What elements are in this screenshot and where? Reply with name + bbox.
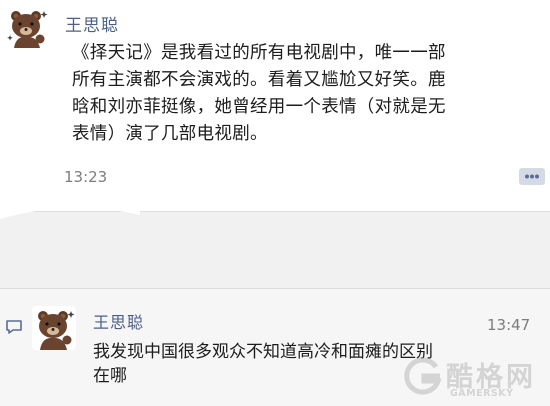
comment-author-name[interactable]: 王思聪 [93, 309, 144, 333]
post-text: 《择天记》是我看过的所有电视剧中，唯一一部 所有主演都不会演戏的。看着又尴尬又好… [72, 40, 542, 148]
post-timestamp: 13:23 [64, 168, 108, 186]
watermark-logo-icon [404, 357, 442, 395]
watermark-subtitle: GAMERSKY [450, 388, 514, 399]
speech-bubble-icon [4, 318, 24, 336]
gamersky-watermark: 酷格网 GAMERSKY [400, 355, 548, 403]
post-text-line: 表情）演了几部电视剧。 [72, 124, 268, 144]
post-text-line: 《择天记》是我看过的所有电视剧中，唯一一部 [72, 43, 446, 63]
swipe-arc-decoration [0, 205, 140, 219]
post-text-line: 所有主演都不会演戏的。看着又尴尬又好笑。鹿 [72, 70, 446, 90]
comment-timestamp: 13:47 [487, 316, 531, 334]
bear-avatar-icon[interactable] [6, 6, 50, 50]
bear-avatar-icon[interactable] [32, 306, 76, 350]
comment-icon[interactable] [519, 168, 545, 185]
moment-post: 王思聪 《择天记》是我看过的所有电视剧中，唯一一部 所有主演都不会演戏的。看着又… [0, 0, 550, 212]
post-text-line: 晗和刘亦菲挺像，她曾经用一个表情（对就是无 [72, 97, 446, 117]
post-author-name[interactable]: 王思聪 [65, 11, 119, 36]
